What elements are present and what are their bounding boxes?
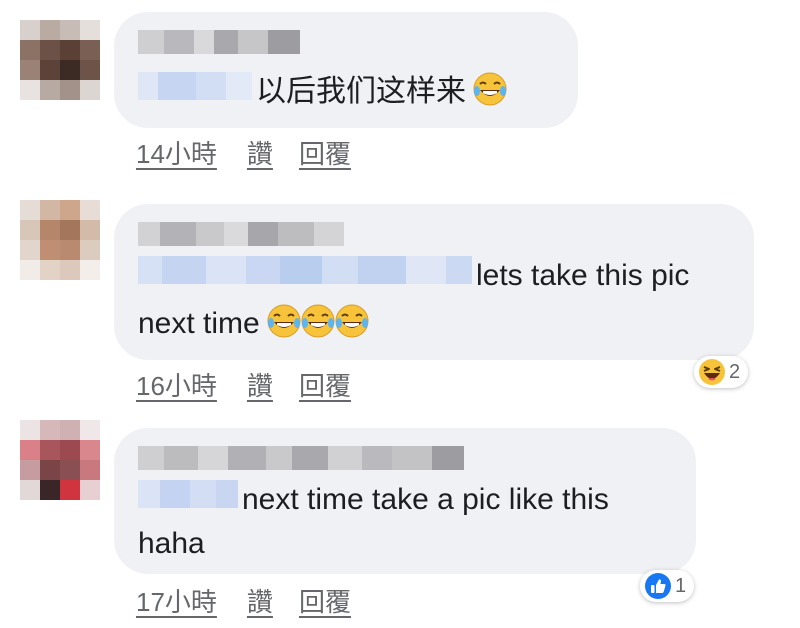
reaction-count: 2	[729, 360, 741, 383]
like-reaction-icon	[645, 573, 671, 599]
comment-text-line-2: next time	[138, 300, 370, 348]
comment-timestamp[interactable]: 17小時	[136, 587, 217, 617]
comment-thread: 以后我们这样来 14小時讚回覆 lets take this pic next …	[0, 0, 800, 628]
comment-body-continued: haha	[138, 527, 205, 560]
like-button[interactable]: 讚	[247, 587, 273, 617]
like-button[interactable]: 讚	[247, 371, 273, 401]
comment-body-continued: next time	[138, 307, 260, 340]
comment-body: lets take this pic	[476, 259, 690, 292]
laughing-tears-emoji	[300, 303, 336, 339]
reply-button[interactable]: 回覆	[299, 371, 351, 401]
avatar[interactable]	[20, 420, 100, 500]
comment-text-line-1: next time take a pic like this	[138, 476, 609, 524]
comment-text: 以后我们这样来	[138, 68, 508, 116]
reply-button[interactable]: 回覆	[299, 587, 351, 617]
mention-tag-redacted[interactable]	[138, 256, 472, 284]
laughing-tears-emoji	[266, 303, 302, 339]
commenter-name-redacted[interactable]	[138, 222, 344, 246]
comment-actions: 16小時讚回覆	[136, 366, 377, 403]
comment-timestamp[interactable]: 16小時	[136, 371, 217, 401]
commenter-name-redacted[interactable]	[138, 446, 464, 470]
reply-button[interactable]: 回覆	[299, 139, 351, 169]
comment-actions: 14小時讚回覆	[136, 134, 377, 171]
comment-text-line-1: lets take this pic	[138, 252, 689, 300]
reaction-summary[interactable]: 2	[694, 356, 749, 388]
reaction-count: 1	[675, 574, 687, 597]
mention-tag-redacted[interactable]	[138, 72, 252, 100]
comment-actions: 17小時讚回覆	[136, 582, 377, 619]
comment-body: 以后我们这样来	[256, 75, 466, 108]
comment-timestamp[interactable]: 14小時	[136, 139, 217, 169]
comment-bubble: lets take this pic next time	[114, 204, 754, 360]
comment-bubble: 以后我们这样来	[114, 12, 578, 128]
laughing-tears-emoji	[472, 71, 508, 107]
commenter-name-redacted[interactable]	[138, 30, 300, 54]
mention-tag-redacted[interactable]	[138, 480, 238, 508]
like-button[interactable]: 讚	[247, 139, 273, 169]
avatar[interactable]	[20, 200, 100, 280]
comment-bubble: next time take a pic like this haha	[114, 428, 696, 574]
reaction-summary[interactable]: 1	[640, 570, 695, 602]
comment-body: next time take a pic like this	[242, 483, 609, 516]
laughing-tears-emoji	[334, 303, 370, 339]
comment-text-line-2: haha	[138, 520, 205, 568]
avatar[interactable]	[20, 20, 100, 100]
haha-reaction-icon	[699, 359, 725, 385]
